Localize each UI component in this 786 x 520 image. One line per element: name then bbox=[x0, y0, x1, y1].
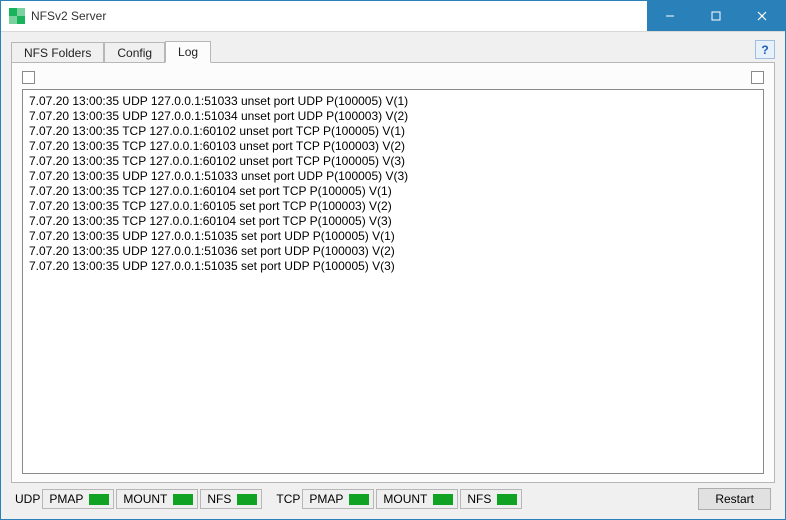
tcp-nfs-status: NFS bbox=[460, 489, 522, 509]
led-icon bbox=[349, 494, 369, 505]
tcp-pmap-status: PMAP bbox=[302, 489, 374, 509]
nfs-label: NFS bbox=[467, 492, 491, 506]
app-icon bbox=[9, 8, 25, 24]
log-line: 7.07.20 13:00:35 TCP 127.0.0.1:60104 set… bbox=[29, 214, 757, 229]
tab-nfs-folders[interactable]: NFS Folders bbox=[11, 42, 104, 63]
maximize-button[interactable] bbox=[693, 1, 739, 31]
log-line: 7.07.20 13:00:35 TCP 127.0.0.1:60103 uns… bbox=[29, 139, 757, 154]
mount-label: MOUNT bbox=[383, 492, 427, 506]
log-line: 7.07.20 13:00:35 TCP 127.0.0.1:60105 set… bbox=[29, 199, 757, 214]
log-checkbox-left[interactable] bbox=[22, 71, 35, 84]
log-line: 7.07.20 13:00:35 TCP 127.0.0.1:60102 uns… bbox=[29, 154, 757, 169]
close-button[interactable] bbox=[739, 1, 785, 31]
log-line: 7.07.20 13:00:35 UDP 127.0.0.1:51035 set… bbox=[29, 259, 757, 274]
log-panel: 7.07.20 13:00:35 UDP 127.0.0.1:51033 uns… bbox=[11, 62, 775, 483]
log-checkbox-right[interactable] bbox=[751, 71, 764, 84]
app-window: NFSv2 Server NFS Folders Config Log ? 7.… bbox=[0, 0, 786, 520]
udp-label: UDP bbox=[15, 492, 40, 506]
log-line: 7.07.20 13:00:35 UDP 127.0.0.1:51034 uns… bbox=[29, 109, 757, 124]
status-bar: UDP PMAP MOUNT NFS TCP PMAP MOUNT bbox=[11, 483, 775, 511]
tab-log[interactable]: Log bbox=[165, 41, 211, 63]
led-icon bbox=[89, 494, 109, 505]
tab-config[interactable]: Config bbox=[104, 42, 165, 63]
log-line: 7.07.20 13:00:35 UDP 127.0.0.1:51033 uns… bbox=[29, 169, 757, 184]
led-icon bbox=[497, 494, 517, 505]
pmap-label: PMAP bbox=[49, 492, 83, 506]
led-icon bbox=[433, 494, 453, 505]
log-line: 7.07.20 13:00:35 UDP 127.0.0.1:51036 set… bbox=[29, 244, 757, 259]
udp-nfs-status: NFS bbox=[200, 489, 262, 509]
log-line: 7.07.20 13:00:35 UDP 127.0.0.1:51035 set… bbox=[29, 229, 757, 244]
udp-mount-status: MOUNT bbox=[116, 489, 198, 509]
client-area: NFS Folders Config Log ? 7.07.20 13:00:3… bbox=[1, 31, 785, 519]
window-title: NFSv2 Server bbox=[31, 9, 106, 23]
minimize-button[interactable] bbox=[647, 1, 693, 31]
pmap-label: PMAP bbox=[309, 492, 343, 506]
titlebar: NFSv2 Server bbox=[1, 1, 785, 31]
led-icon bbox=[173, 494, 193, 505]
log-textarea[interactable]: 7.07.20 13:00:35 UDP 127.0.0.1:51033 uns… bbox=[22, 89, 764, 474]
help-button[interactable]: ? bbox=[755, 40, 775, 59]
tab-row: NFS Folders Config Log ? bbox=[11, 40, 775, 62]
log-line: 7.07.20 13:00:35 TCP 127.0.0.1:60104 set… bbox=[29, 184, 757, 199]
restart-button[interactable]: Restart bbox=[698, 488, 771, 510]
led-icon bbox=[237, 494, 257, 505]
nfs-label: NFS bbox=[207, 492, 231, 506]
log-top-row bbox=[22, 71, 764, 85]
log-line: 7.07.20 13:00:35 TCP 127.0.0.1:60102 uns… bbox=[29, 124, 757, 139]
mount-label: MOUNT bbox=[123, 492, 167, 506]
tcp-label: TCP bbox=[276, 492, 300, 506]
udp-pmap-status: PMAP bbox=[42, 489, 114, 509]
log-line: 7.07.20 13:00:35 UDP 127.0.0.1:51033 uns… bbox=[29, 94, 757, 109]
tcp-mount-status: MOUNT bbox=[376, 489, 458, 509]
